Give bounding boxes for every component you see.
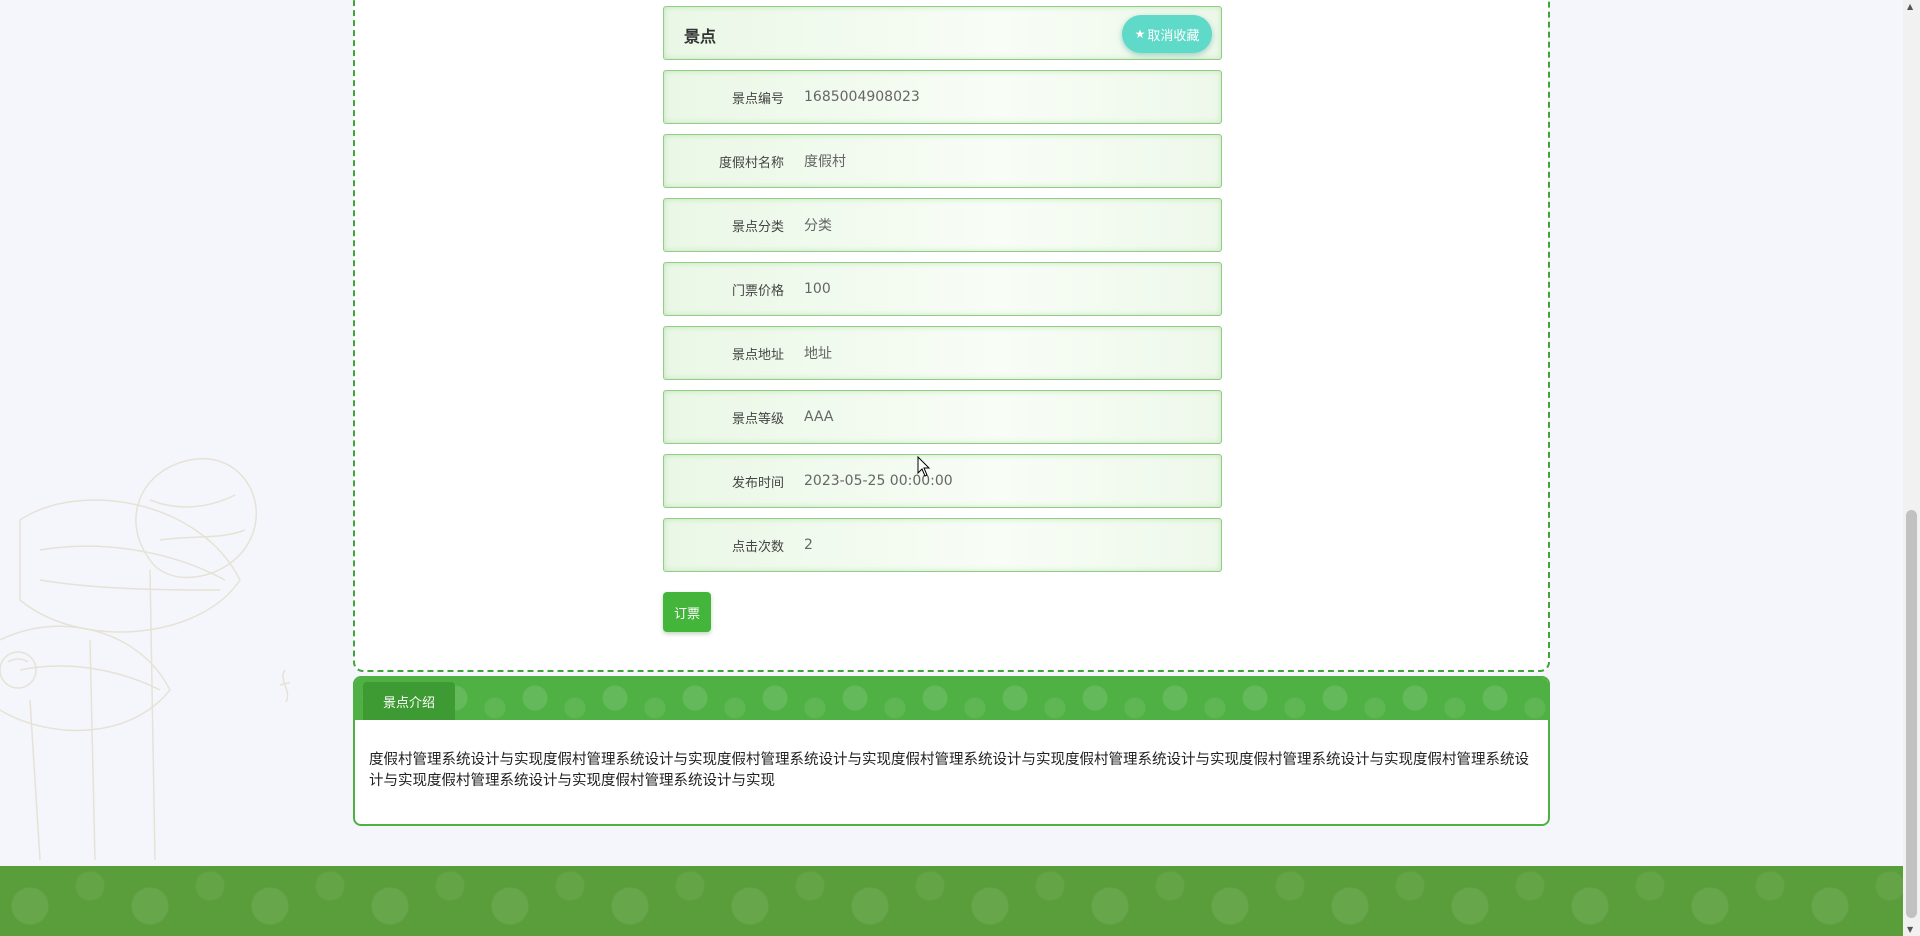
- info-row-resort-name: 度假村名称 度假村: [663, 134, 1222, 188]
- info-label: 度假村名称: [718, 155, 784, 171]
- info-label: 门票价格: [731, 283, 784, 299]
- lotus-background-decoration: [0, 457, 290, 861]
- attraction-detail-panel: 景点 ★ 取消收藏 景点编号 1685004908023 度假村名称 度假村 景…: [353, 0, 1550, 672]
- scroll-up-arrow-icon[interactable]: ▲: [1907, 2, 1913, 11]
- intro-content: 度假村管理系统设计与实现度假村管理系统设计与实现度假村管理系统设计与实现度假村管…: [369, 752, 1529, 789]
- page-footer: [0, 866, 1903, 936]
- info-value: 度假村: [804, 154, 846, 170]
- info-value: 1685004908023: [804, 89, 920, 105]
- info-row-publish-time: 发布时间 2023-05-25 00:00:00: [663, 454, 1222, 508]
- star-icon: ★: [1134, 27, 1146, 41]
- tab-attraction-intro[interactable]: 景点介绍: [363, 682, 456, 720]
- scrollbar-thumb[interactable]: [1906, 510, 1917, 918]
- info-row-address: 景点地址 地址: [663, 326, 1222, 380]
- cancel-favorite-label: 取消收藏: [1147, 28, 1200, 44]
- book-ticket-button[interactable]: 订票: [663, 592, 711, 632]
- info-row-ticket-price: 门票价格 100: [663, 262, 1222, 316]
- info-value: 2: [804, 537, 813, 553]
- cancel-favorite-button[interactable]: ★ 取消收藏: [1122, 15, 1212, 53]
- scroll-down-arrow-icon[interactable]: ▼: [1907, 925, 1913, 934]
- intro-header: 景点介绍: [355, 678, 1548, 720]
- info-row-category: 景点分类 分类: [663, 198, 1222, 252]
- info-label: 发布时间: [731, 475, 784, 491]
- info-label: 景点地址: [731, 347, 784, 363]
- detail-title-row: 景点 ★ 取消收藏: [663, 6, 1222, 60]
- info-row-attraction-id: 景点编号 1685004908023: [663, 70, 1222, 124]
- info-row-click-count: 点击次数 2: [663, 518, 1222, 572]
- info-label: 景点分类: [731, 219, 784, 235]
- info-value: 100: [804, 281, 831, 297]
- attraction-intro-panel: 景点介绍 度假村管理系统设计与实现度假村管理系统设计与实现度假村管理系统设计与实…: [353, 676, 1550, 826]
- vertical-scrollbar[interactable]: ▲ ▼: [1903, 0, 1920, 936]
- info-label: 景点编号: [731, 91, 784, 107]
- info-value: 分类: [804, 218, 832, 234]
- info-value: AAA: [804, 409, 834, 425]
- detail-column: 景点 ★ 取消收藏 景点编号 1685004908023 度假村名称 度假村 景…: [663, 6, 1222, 632]
- info-row-level: 景点等级 AAA: [663, 390, 1222, 444]
- info-value: 地址: [804, 346, 832, 362]
- info-label: 景点等级: [731, 411, 784, 427]
- info-label: 点击次数: [731, 539, 784, 555]
- detail-title: 景点: [684, 27, 717, 46]
- mouse-cursor-icon: [917, 456, 931, 477]
